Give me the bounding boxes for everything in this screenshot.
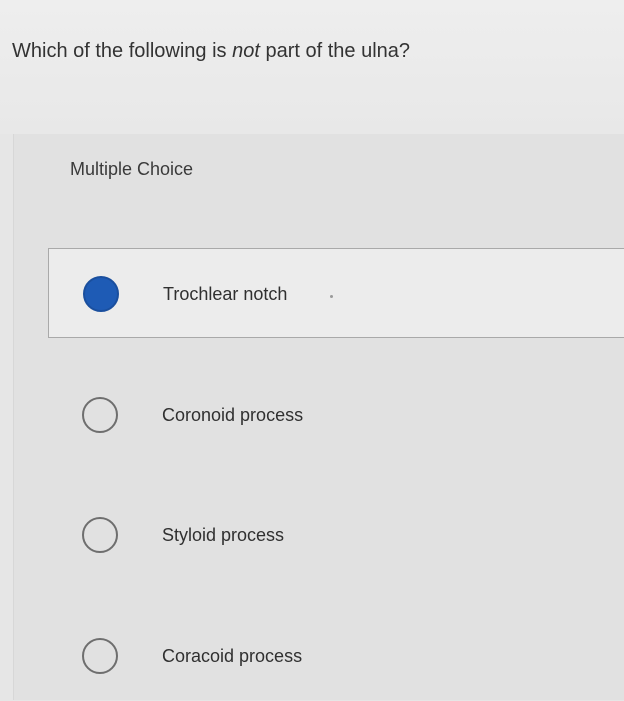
option-label: Styloid process <box>162 525 285 545</box>
option-label: Coronoid process <box>162 405 304 425</box>
option-label: Trochlear notch <box>163 284 288 304</box>
option-label: Coracoid process <box>162 646 303 666</box>
question-text: Which of the following is not part of th… <box>12 40 410 63</box>
option-coracoid-process[interactable]: Coracoid process <box>48 611 624 701</box>
question-area: Which of the following is not part of th… <box>0 0 624 134</box>
option-trochlear-notch[interactable]: Trochlear notch <box>48 248 624 338</box>
question-prefix: Which of the following is <box>12 40 233 62</box>
radio-unselected-icon[interactable] <box>82 638 118 674</box>
radio-selected-icon[interactable] <box>83 276 119 312</box>
question-suffix: part of the ulna? <box>259 40 411 62</box>
radio-unselected-icon[interactable] <box>82 397 118 433</box>
option-styloid-process[interactable]: Styloid process <box>48 490 624 580</box>
question-type-label: Multiple Choice <box>70 159 194 179</box>
cursor-dot <box>330 295 333 298</box>
radio-unselected-icon[interactable] <box>82 517 118 553</box>
question-emphasis: not <box>232 40 260 62</box>
option-coronoid-process[interactable]: Coronoid process <box>48 370 624 460</box>
